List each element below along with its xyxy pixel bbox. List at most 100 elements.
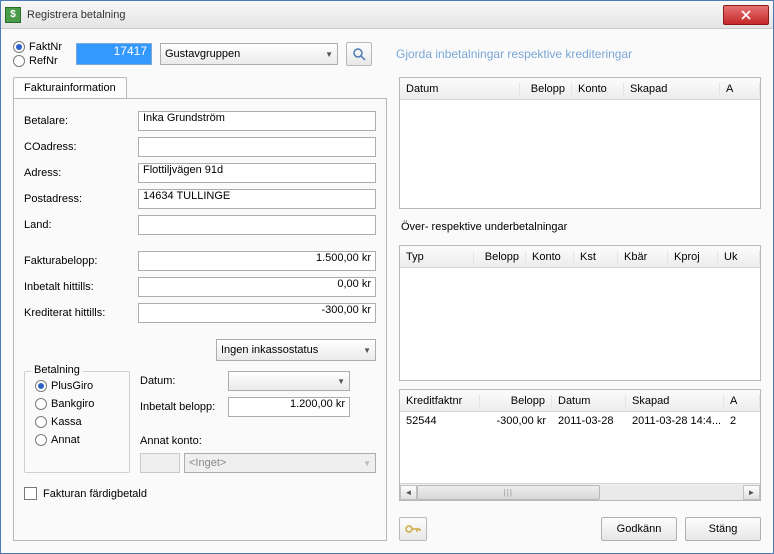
col-kst[interactable]: Kst bbox=[574, 251, 618, 263]
col-belopp[interactable]: Belopp bbox=[480, 395, 552, 407]
search-icon bbox=[352, 47, 366, 61]
grid-header: Typ Belopp Konto Kst Kbär Kproj Uk bbox=[400, 246, 760, 268]
col-belopp[interactable]: Belopp bbox=[474, 251, 526, 263]
datum-combo[interactable]: ▼ bbox=[228, 371, 350, 391]
annat-konto-label: Annat konto: bbox=[140, 435, 202, 447]
col-skapad[interactable]: Skapad bbox=[624, 83, 720, 95]
kassa-label: Kassa bbox=[51, 416, 82, 428]
overunder-caption: Över- respektive underbetalningar bbox=[399, 217, 761, 237]
key-button[interactable] bbox=[399, 517, 427, 541]
col-konto[interactable]: Konto bbox=[526, 251, 574, 263]
fardigbetald-checkbox-row[interactable]: Fakturan färdigbetald bbox=[24, 487, 376, 500]
scroll-right-icon[interactable]: ► bbox=[743, 485, 760, 500]
cell-datum: 2011-03-28 bbox=[552, 415, 626, 427]
group-combo-value: Gustavgruppen bbox=[165, 48, 240, 60]
chevron-down-icon: ▼ bbox=[363, 346, 371, 355]
content: FaktNr RefNr 17417 Gustavgruppen ▼ Gjord… bbox=[1, 29, 773, 553]
col-datum[interactable]: Datum bbox=[552, 395, 626, 407]
grid-body bbox=[400, 100, 760, 208]
col-konto[interactable]: Konto bbox=[572, 83, 624, 95]
radio-dot-icon bbox=[13, 55, 25, 67]
radio-kassa[interactable]: Kassa bbox=[35, 416, 119, 428]
group-combo[interactable]: Gustavgruppen ▼ bbox=[160, 43, 338, 65]
radio-dot-icon bbox=[35, 434, 47, 446]
datum-label: Datum: bbox=[140, 375, 228, 387]
col-a[interactable]: A bbox=[720, 83, 760, 95]
krediterat-hittills-input[interactable]: -300,00 kr bbox=[138, 303, 376, 323]
payment-section: Betalning PlusGiro Bankgiro Kassa Annat … bbox=[24, 371, 376, 473]
titlebar: $ Registrera betalning bbox=[1, 1, 773, 29]
grid-body bbox=[400, 268, 760, 380]
col-skapad[interactable]: Skapad bbox=[626, 395, 724, 407]
cell-a: 2 bbox=[724, 415, 760, 427]
payment-group-label: Betalning bbox=[31, 364, 83, 376]
radio-dot-icon bbox=[35, 398, 47, 410]
inbetalt-belopp-input[interactable]: 1.200,00 kr bbox=[228, 397, 350, 417]
col-kproj[interactable]: Kproj bbox=[668, 251, 718, 263]
table-row[interactable]: 52544 -300,00 kr 2011-03-28 2011-03-28 1… bbox=[400, 412, 760, 430]
window-title: Registrera betalning bbox=[27, 9, 723, 21]
radio-bankgiro[interactable]: Bankgiro bbox=[35, 398, 119, 410]
betalare-input[interactable]: Inka Grundström bbox=[138, 111, 376, 131]
radio-dot-icon bbox=[13, 41, 25, 53]
search-button[interactable] bbox=[346, 42, 372, 66]
konto-code-input bbox=[140, 453, 180, 473]
payments-grid[interactable]: Datum Belopp Konto Skapad A bbox=[399, 77, 761, 209]
scroll-left-icon[interactable]: ◄ bbox=[400, 485, 417, 500]
radio-faktnr[interactable]: FaktNr bbox=[13, 41, 62, 53]
col-uk[interactable]: Uk bbox=[718, 251, 760, 263]
right-panel: Datum Belopp Konto Skapad A Över- respek… bbox=[399, 77, 761, 541]
godkann-button[interactable]: Godkänn bbox=[601, 517, 677, 541]
radio-refnr[interactable]: RefNr bbox=[13, 55, 62, 67]
cell-kreditfaktnr: 52544 bbox=[400, 415, 480, 427]
close-icon bbox=[741, 10, 751, 20]
inbetalt-hittills-label: Inbetalt hittills: bbox=[24, 281, 138, 293]
radio-dot-icon bbox=[35, 416, 47, 428]
plusgiro-label: PlusGiro bbox=[51, 380, 93, 392]
tab-fakturainformation[interactable]: Fakturainformation bbox=[13, 77, 127, 98]
fakturabelopp-input[interactable]: 1.500,00 kr bbox=[138, 251, 376, 271]
adress-label: Adress: bbox=[24, 167, 138, 179]
col-a[interactable]: A bbox=[724, 395, 760, 407]
chevron-down-icon: ▼ bbox=[337, 377, 345, 386]
main-area: Fakturainformation Betalare:Inka Grundst… bbox=[13, 77, 761, 541]
chevron-down-icon: ▼ bbox=[363, 459, 371, 468]
tab-header: Fakturainformation bbox=[13, 77, 387, 98]
col-datum[interactable]: Datum bbox=[400, 83, 520, 95]
faktnr-label: FaktNr bbox=[29, 41, 62, 53]
radio-plusgiro[interactable]: PlusGiro bbox=[35, 380, 119, 392]
horizontal-scrollbar[interactable]: ◄ ||| ► bbox=[400, 483, 760, 500]
col-kreditfaktnr[interactable]: Kreditfaktnr bbox=[400, 395, 480, 407]
app-icon: $ bbox=[5, 7, 21, 23]
overunder-grid[interactable]: Typ Belopp Konto Kst Kbär Kproj Uk bbox=[399, 245, 761, 381]
col-belopp[interactable]: Belopp bbox=[520, 83, 572, 95]
chevron-down-icon: ▼ bbox=[325, 50, 333, 59]
close-button[interactable] bbox=[723, 5, 769, 25]
grid-header: Datum Belopp Konto Skapad A bbox=[400, 78, 760, 100]
grip-icon: ||| bbox=[504, 488, 513, 497]
scroll-thumb[interactable]: ||| bbox=[417, 485, 600, 500]
coadress-input[interactable] bbox=[138, 137, 376, 157]
inbetalt-belopp-label: Inbetalt belopp: bbox=[140, 401, 228, 413]
window: $ Registrera betalning FaktNr RefNr 1741… bbox=[0, 0, 774, 554]
postadress-label: Postadress: bbox=[24, 193, 138, 205]
postadress-input[interactable]: 14634 TULLINGE bbox=[138, 189, 376, 209]
col-typ[interactable]: Typ bbox=[400, 251, 474, 263]
land-input[interactable] bbox=[138, 215, 376, 235]
tab-body: Betalare:Inka Grundström COadress: Adres… bbox=[13, 98, 387, 541]
payment-fields: Datum: ▼ Inbetalt belopp: 1.200,00 kr An… bbox=[140, 371, 376, 473]
adress-input[interactable]: Flottiljvägen 91d bbox=[138, 163, 376, 183]
inbetalt-hittills-input[interactable]: 0,00 kr bbox=[138, 277, 376, 297]
refnr-label: RefNr bbox=[29, 55, 58, 67]
col-kbar[interactable]: Kbär bbox=[618, 251, 668, 263]
credits-grid[interactable]: Kreditfaktnr Belopp Datum Skapad A 52544… bbox=[399, 389, 761, 501]
inkassostatus-combo[interactable]: Ingen inkassostatus ▼ bbox=[216, 339, 376, 361]
stang-button[interactable]: Stäng bbox=[685, 517, 761, 541]
faktnr-input[interactable]: 17417 bbox=[76, 43, 152, 65]
scroll-track[interactable]: ||| bbox=[417, 485, 743, 500]
top-row: FaktNr RefNr 17417 Gustavgruppen ▼ Gjord… bbox=[13, 41, 761, 67]
radio-annat[interactable]: Annat bbox=[35, 434, 119, 446]
fakturabelopp-label: Fakturabelopp: bbox=[24, 255, 138, 267]
krediterat-hittills-label: Krediterat hittills: bbox=[24, 307, 138, 319]
checkbox-icon bbox=[24, 487, 37, 500]
